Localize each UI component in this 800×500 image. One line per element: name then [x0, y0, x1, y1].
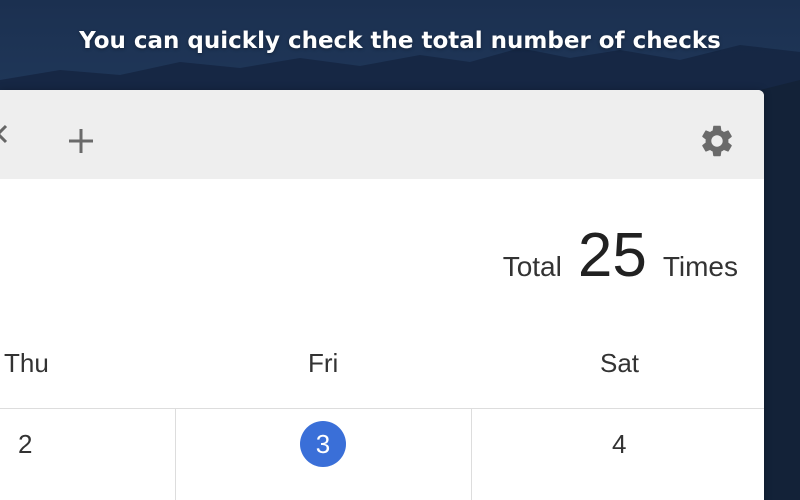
plus-icon[interactable] — [64, 124, 98, 158]
weekday-header: Thu Fri Sat — [0, 348, 764, 408]
headline: You can quickly check the total number o… — [79, 28, 721, 54]
app-window: Total 25 Times Thu Fri Sat 2 3 4 — [0, 90, 764, 500]
day-number: 2 — [18, 429, 33, 459]
day-cell-2[interactable]: 2 — [0, 409, 175, 500]
day-cell-4[interactable]: 4 — [472, 409, 764, 500]
total-count: 25 — [577, 221, 647, 290]
weekday-sat: Sat — [600, 348, 640, 378]
weekday-thu: Thu — [4, 348, 49, 378]
total-summary: Total 25 Times — [503, 220, 738, 291]
day-number: 4 — [612, 429, 627, 459]
weekday-fri: Fri — [308, 348, 339, 378]
gear-icon[interactable] — [698, 122, 736, 160]
total-label: Total — [502, 251, 562, 282]
toolbar — [0, 90, 764, 179]
chevron-left-icon[interactable] — [0, 120, 12, 148]
total-unit: Times — [662, 251, 738, 282]
day-number-selected: 3 — [300, 421, 346, 467]
day-cell-3[interactable]: 3 — [176, 409, 471, 500]
